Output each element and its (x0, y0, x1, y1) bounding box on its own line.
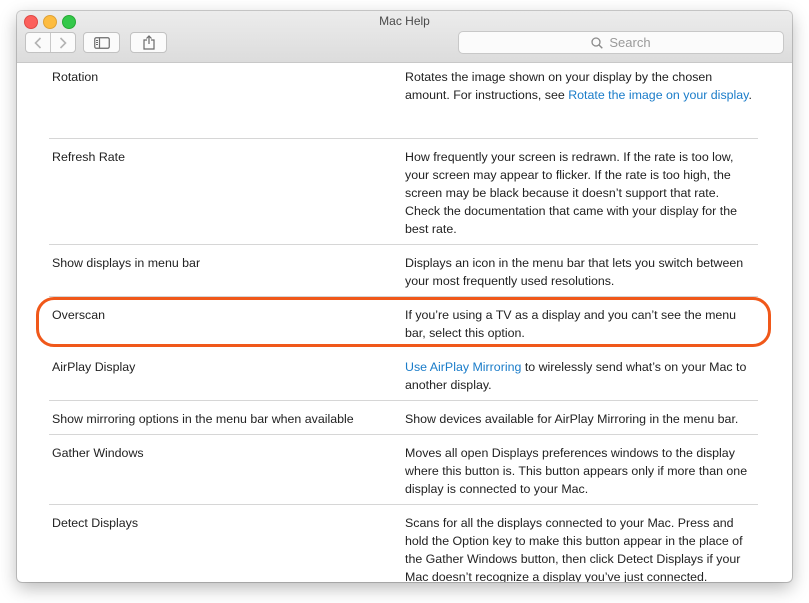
setting-description: Moves all open Displays preferences wind… (405, 446, 748, 496)
setting-name: Gather Windows (52, 446, 144, 460)
table-row: Show displays in menu bar Displays an ic… (49, 244, 758, 297)
share-icon (142, 35, 155, 50)
sidebar-icon (93, 36, 110, 49)
airplay-mirroring-link[interactable]: Use AirPlay Mirroring (405, 360, 521, 374)
search-placeholder: Search (609, 35, 651, 50)
setting-name: Rotation (52, 70, 99, 84)
rotate-image-link[interactable]: Rotate the image on your display (568, 88, 748, 102)
magnifier-icon (591, 36, 604, 49)
window-title: Mac Help (379, 14, 430, 28)
setting-name: Overscan (52, 308, 106, 322)
setting-description: How frequently your screen is redrawn. I… (405, 150, 737, 236)
setting-name: Show displays in menu bar (52, 256, 201, 270)
table-row: Overscan If you’re using a TV as a displ… (49, 296, 758, 348)
chevron-right-icon (59, 36, 67, 49)
navigation-buttons (25, 32, 76, 53)
table-row: Rotation Rotates the image shown on your… (49, 68, 758, 139)
table-row: Show mirroring options in the menu bar w… (49, 400, 758, 435)
table-row: Refresh Rate How frequently your screen … (49, 138, 758, 245)
share-button[interactable] (130, 32, 167, 53)
setting-name: Detect Displays (52, 516, 139, 530)
setting-name: AirPlay Display (52, 360, 136, 374)
search-field[interactable]: Search (458, 31, 784, 54)
back-button[interactable] (26, 33, 50, 52)
setting-name: Show mirroring options in the menu bar w… (52, 412, 354, 426)
setting-description: Displays an icon in the menu bar that le… (405, 256, 744, 288)
table-row: Detect Displays Scans for all the displa… (49, 504, 758, 582)
description-text: . (748, 88, 752, 102)
help-window: Mac Help Search Rotation Rotates the ima… (17, 11, 792, 582)
table-row: AirPlay Display Use AirPlay Mirroring to… (49, 348, 758, 401)
setting-name: Refresh Rate (52, 150, 126, 164)
title-bar: Mac Help Search (17, 11, 792, 63)
setting-description: Scans for all the displays connected to … (405, 516, 743, 582)
table-row: Gather Windows Moves all open Displays p… (49, 434, 758, 505)
setting-description: Use AirPlay Mirroring to wirelessly send… (405, 358, 757, 394)
forward-button[interactable] (50, 33, 75, 52)
setting-description: Show devices available for AirPlay Mirro… (405, 412, 739, 426)
setting-description: Rotates the image shown on your display … (405, 68, 757, 104)
chevron-left-icon (34, 36, 42, 49)
sidebar-toggle-button[interactable] (83, 32, 120, 53)
setting-description: If you’re using a TV as a display and yo… (405, 308, 737, 340)
help-content[interactable]: Rotation Rotates the image shown on your… (17, 63, 792, 582)
